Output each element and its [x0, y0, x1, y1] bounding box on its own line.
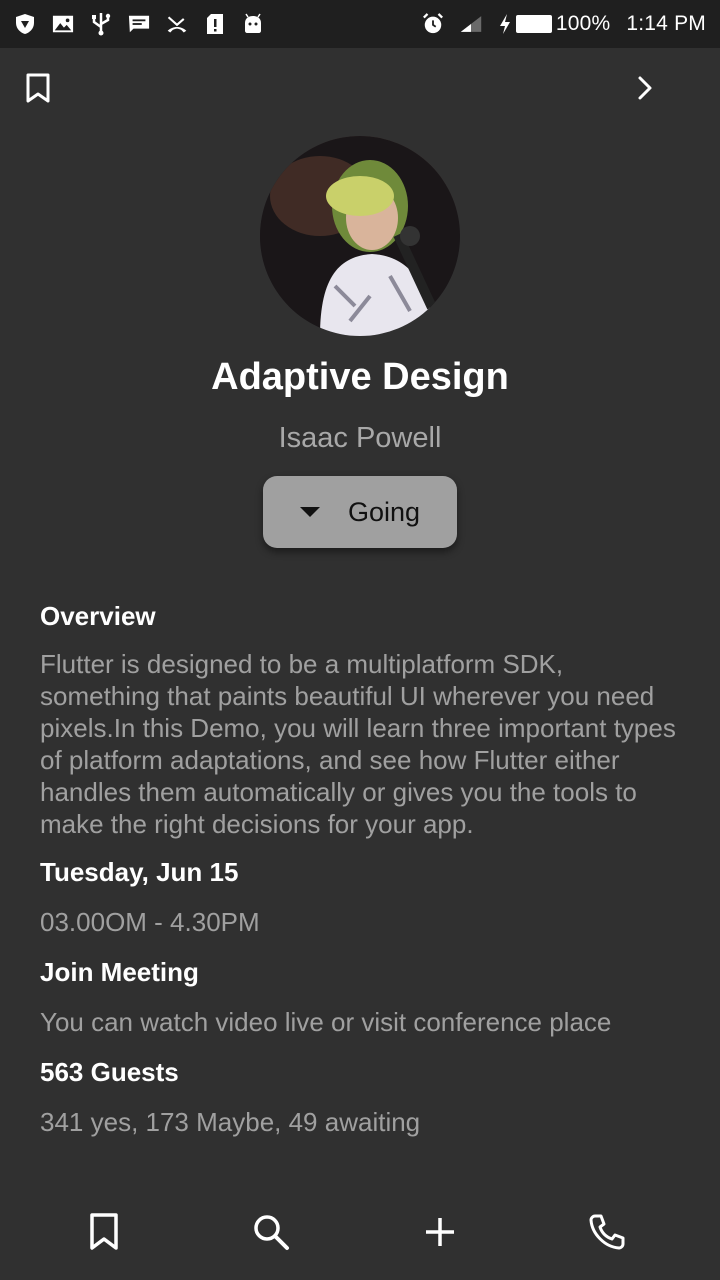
nav-phone-button[interactable] — [587, 1214, 627, 1254]
android-icon — [242, 13, 264, 35]
event-title: Adaptive Design — [211, 356, 509, 398]
clock: 1:14 PM — [626, 12, 706, 35]
speaker-avatar — [260, 136, 460, 336]
nav-search-button[interactable] — [251, 1214, 291, 1254]
rsvp-dropdown-button[interactable]: Going — [263, 476, 457, 548]
battery-percent: 100% — [555, 12, 611, 35]
speaker-name: Isaac Powell — [278, 422, 442, 454]
time-range: 03.00OM - 4.30PM — [40, 907, 260, 937]
image-icon — [52, 13, 74, 35]
alarm-icon — [422, 13, 444, 35]
search-icon — [251, 1212, 291, 1257]
next-button[interactable] — [628, 72, 660, 104]
rsvp-label: Going — [347, 496, 421, 527]
battery-icon — [515, 15, 552, 33]
shield-icon — [14, 13, 36, 35]
battery-group: 100% — [498, 12, 611, 36]
nav-add-button[interactable] — [420, 1214, 460, 1254]
status-left-icons — [14, 13, 264, 36]
nav-bookmark-button[interactable] — [84, 1212, 124, 1257]
app-bar — [0, 48, 720, 128]
guests-heading: 563 Guests — [40, 1057, 179, 1087]
missed-call-icon — [166, 13, 188, 35]
date-heading: Tuesday, Jun 15 — [40, 857, 239, 887]
bottom-nav — [0, 1200, 720, 1280]
status-bar: 100% 1:14 PM — [0, 0, 720, 48]
status-right-icons: 100% 1:14 PM — [422, 12, 706, 36]
sim-alert-icon — [204, 13, 226, 35]
meeting-text: You can watch video live or visit confer… — [40, 1007, 612, 1037]
chevron-right-icon — [628, 76, 660, 108]
overview-text: Flutter is designed to be a multiplatfor… — [40, 649, 676, 839]
bookmark-button[interactable] — [22, 72, 54, 104]
bookmark-icon — [22, 73, 54, 108]
signal-icon — [460, 13, 482, 35]
charging-icon — [498, 13, 512, 35]
phone-icon — [587, 1212, 627, 1257]
guests-text: 341 yes, 173 Maybe, 49 awaiting — [40, 1107, 421, 1137]
meeting-heading: Join Meeting — [40, 957, 199, 987]
usb-icon — [90, 13, 112, 36]
caret-down-icon — [299, 507, 320, 517]
bookmark-icon — [87, 1212, 121, 1257]
add-icon — [422, 1214, 458, 1255]
overview-heading: Overview — [40, 601, 156, 631]
event-details: Overview Flutter is designed to be a mul… — [40, 598, 680, 1138]
message-icon — [128, 13, 150, 35]
